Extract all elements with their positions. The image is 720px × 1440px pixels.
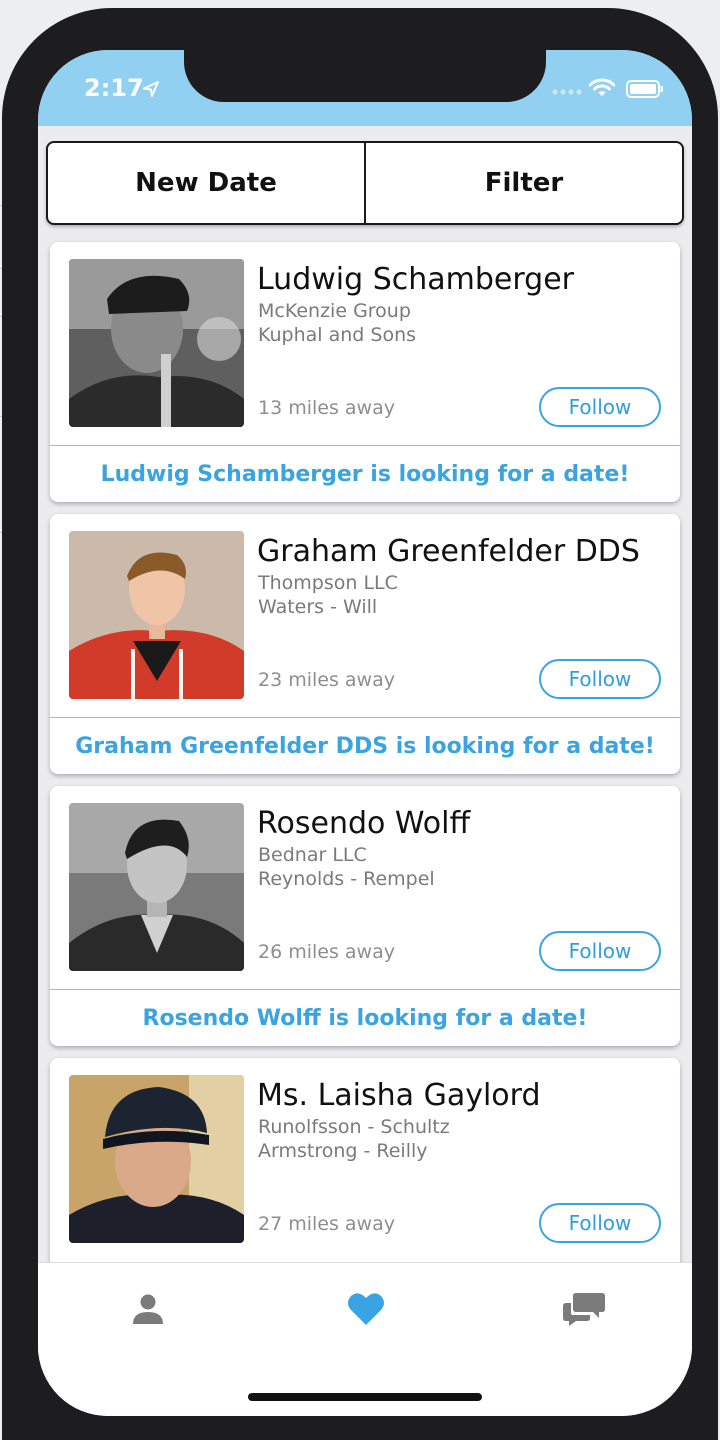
status-time: 2:17: [84, 74, 144, 102]
profile-distance: 13 miles away: [258, 397, 395, 419]
profile-company-2: Waters - Will: [258, 596, 378, 618]
device-notch: [184, 50, 546, 102]
profile-name: Graham Greenfelder DDS: [257, 534, 640, 569]
profile-name: Ludwig Schamberger: [257, 262, 574, 297]
follow-button[interactable]: Follow: [539, 1203, 661, 1243]
profile-company-2: Kuphal and Sons: [258, 324, 417, 346]
follow-button[interactable]: Follow: [539, 659, 661, 699]
profile-card-header: Ludwig Schamberger McKenzie Group Kuphal…: [50, 242, 680, 445]
avatar[interactable]: [69, 531, 244, 699]
home-indicator[interactable]: [248, 1393, 482, 1401]
date-banner[interactable]: Ludwig Schamberger is looking for a date…: [50, 446, 680, 502]
battery-icon: [626, 80, 663, 98]
heart-icon[interactable]: [347, 1291, 385, 1327]
new-date-button[interactable]: New Date: [48, 143, 364, 223]
profile-card-header: Ms. Laisha Gaylord Runolfsson - Schultz …: [50, 1058, 680, 1261]
profile-distance: 26 miles away: [258, 941, 395, 963]
follow-button[interactable]: Follow: [539, 387, 661, 427]
wifi-icon: [589, 78, 615, 96]
signal-dots-icon: [552, 89, 582, 95]
profile-distance: 23 miles away: [258, 669, 395, 691]
tab-bar: [38, 1262, 692, 1416]
profile-card-header: Graham Greenfelder DDS Thompson LLC Wate…: [50, 514, 680, 717]
profile-photo: [69, 1075, 244, 1243]
date-banner[interactable]: Graham Greenfelder DDS is looking for a …: [50, 718, 680, 774]
app-screen: 2:17 New Date Filter Ludwig Schamberger …: [38, 50, 692, 1416]
profile-photo: [69, 531, 244, 699]
profile-company-1: Thompson LLC: [258, 572, 398, 594]
chat-icon[interactable]: [562, 1291, 606, 1327]
phone-frame: 2:17 New Date Filter Ludwig Schamberger …: [2, 8, 718, 1440]
profile-card[interactable]: Ludwig Schamberger McKenzie Group Kuphal…: [50, 242, 680, 502]
status-bar: 2:17: [38, 50, 692, 126]
filter-button[interactable]: Filter: [364, 143, 682, 223]
profile-company-1: McKenzie Group: [258, 300, 411, 322]
profile-photo: [69, 259, 244, 427]
avatar[interactable]: [69, 1075, 244, 1243]
location-arrow-icon: [143, 81, 159, 97]
profile-name: Rosendo Wolff: [257, 806, 471, 841]
follow-button[interactable]: Follow: [539, 931, 661, 971]
profile-company-1: Runolfsson - Schultz: [258, 1116, 450, 1138]
profile-name: Ms. Laisha Gaylord: [257, 1078, 541, 1113]
profile-card[interactable]: Graham Greenfelder DDS Thompson LLC Wate…: [50, 514, 680, 774]
profile-company-1: Bednar LLC: [258, 844, 367, 866]
profile-company-2: Reynolds - Rempel: [258, 868, 435, 890]
avatar[interactable]: [69, 803, 244, 971]
avatar[interactable]: [69, 259, 244, 427]
profile-card-header: Rosendo Wolff Bednar LLC Reynolds - Remp…: [50, 786, 680, 989]
date-banner[interactable]: Rosendo Wolff is looking for a date!: [50, 990, 680, 1046]
profile-card[interactable]: Rosendo Wolff Bednar LLC Reynolds - Remp…: [50, 786, 680, 1046]
profile-company-2: Armstrong - Reilly: [258, 1140, 428, 1162]
profile-photo: [69, 803, 244, 971]
profile-icon[interactable]: [130, 1291, 166, 1327]
profile-distance: 27 miles away: [258, 1213, 395, 1235]
top-segmented-control: New Date Filter: [46, 141, 684, 225]
